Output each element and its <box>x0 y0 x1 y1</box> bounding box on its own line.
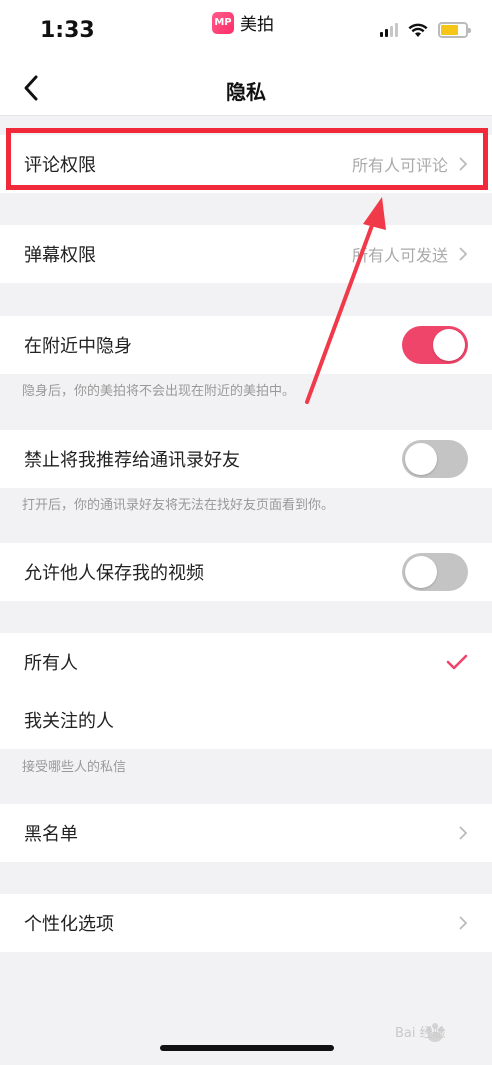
app-indicator: MP 美拍 <box>212 10 274 35</box>
personalize-label: 个性化选项 <box>24 914 114 935</box>
system-icons <box>380 22 471 38</box>
nearby-hide-label: 在附近中隐身 <box>24 336 132 357</box>
no-recommend-hint: 打开后，你的通讯录好友将无法在找好友页面看到你。 <box>22 498 335 513</box>
message-option-everyone[interactable]: 所有人 <box>0 633 492 691</box>
blacklist-label: 黑名单 <box>24 824 78 845</box>
watermark-text: Bai 经验 <box>395 1026 446 1041</box>
allow-save-video-row: 允许他人保存我的视频 <box>0 543 492 601</box>
allow-save-video-label: 允许他人保存我的视频 <box>24 563 204 584</box>
message-option-label: 所有人 <box>24 653 78 674</box>
wifi-icon <box>408 23 428 37</box>
nearby-hide-row: 在附近中隐身 <box>0 316 492 374</box>
page-title: 隐私 <box>226 80 266 104</box>
nearby-hide-hint: 隐身后，你的美拍将不会出现在附近的美拍中。 <box>22 384 296 399</box>
nearby-hide-toggle[interactable] <box>402 326 468 364</box>
chevron-right-icon <box>459 247 468 261</box>
personalize-row[interactable]: 个性化选项 <box>0 894 492 952</box>
danmaku-permission-label: 弹幕权限 <box>24 245 96 266</box>
highlight-box <box>6 128 488 190</box>
check-icon <box>446 654 468 670</box>
message-option-following[interactable]: 我关注的人 <box>0 691 492 749</box>
chevron-right-icon <box>459 916 468 930</box>
danmaku-permission-value: 所有人可发送 <box>351 246 448 265</box>
allow-save-video-toggle[interactable] <box>402 553 468 591</box>
nav-bar: 隐私 <box>0 60 492 116</box>
app-name: 美拍 <box>240 15 274 35</box>
status-time: 1:33 <box>40 18 95 43</box>
app-logo-icon: MP <box>212 11 234 34</box>
no-recommend-toggle[interactable] <box>402 440 468 478</box>
message-option-label: 我关注的人 <box>24 711 114 732</box>
battery-icon <box>438 22 471 38</box>
chevron-right-icon <box>459 826 468 840</box>
home-indicator <box>160 1045 334 1051</box>
no-recommend-label: 禁止将我推荐给通讯录好友 <box>24 450 240 471</box>
danmaku-permission-row[interactable]: 弹幕权限 所有人可发送 <box>0 225 492 283</box>
blacklist-row[interactable]: 黑名单 <box>0 804 492 862</box>
no-recommend-row: 禁止将我推荐给通讯录好友 <box>0 430 492 488</box>
status-bar: 1:33 MP 美拍 <box>0 0 492 60</box>
message-permission-hint: 接受哪些人的私信 <box>22 760 127 775</box>
signal-icon <box>380 23 398 37</box>
